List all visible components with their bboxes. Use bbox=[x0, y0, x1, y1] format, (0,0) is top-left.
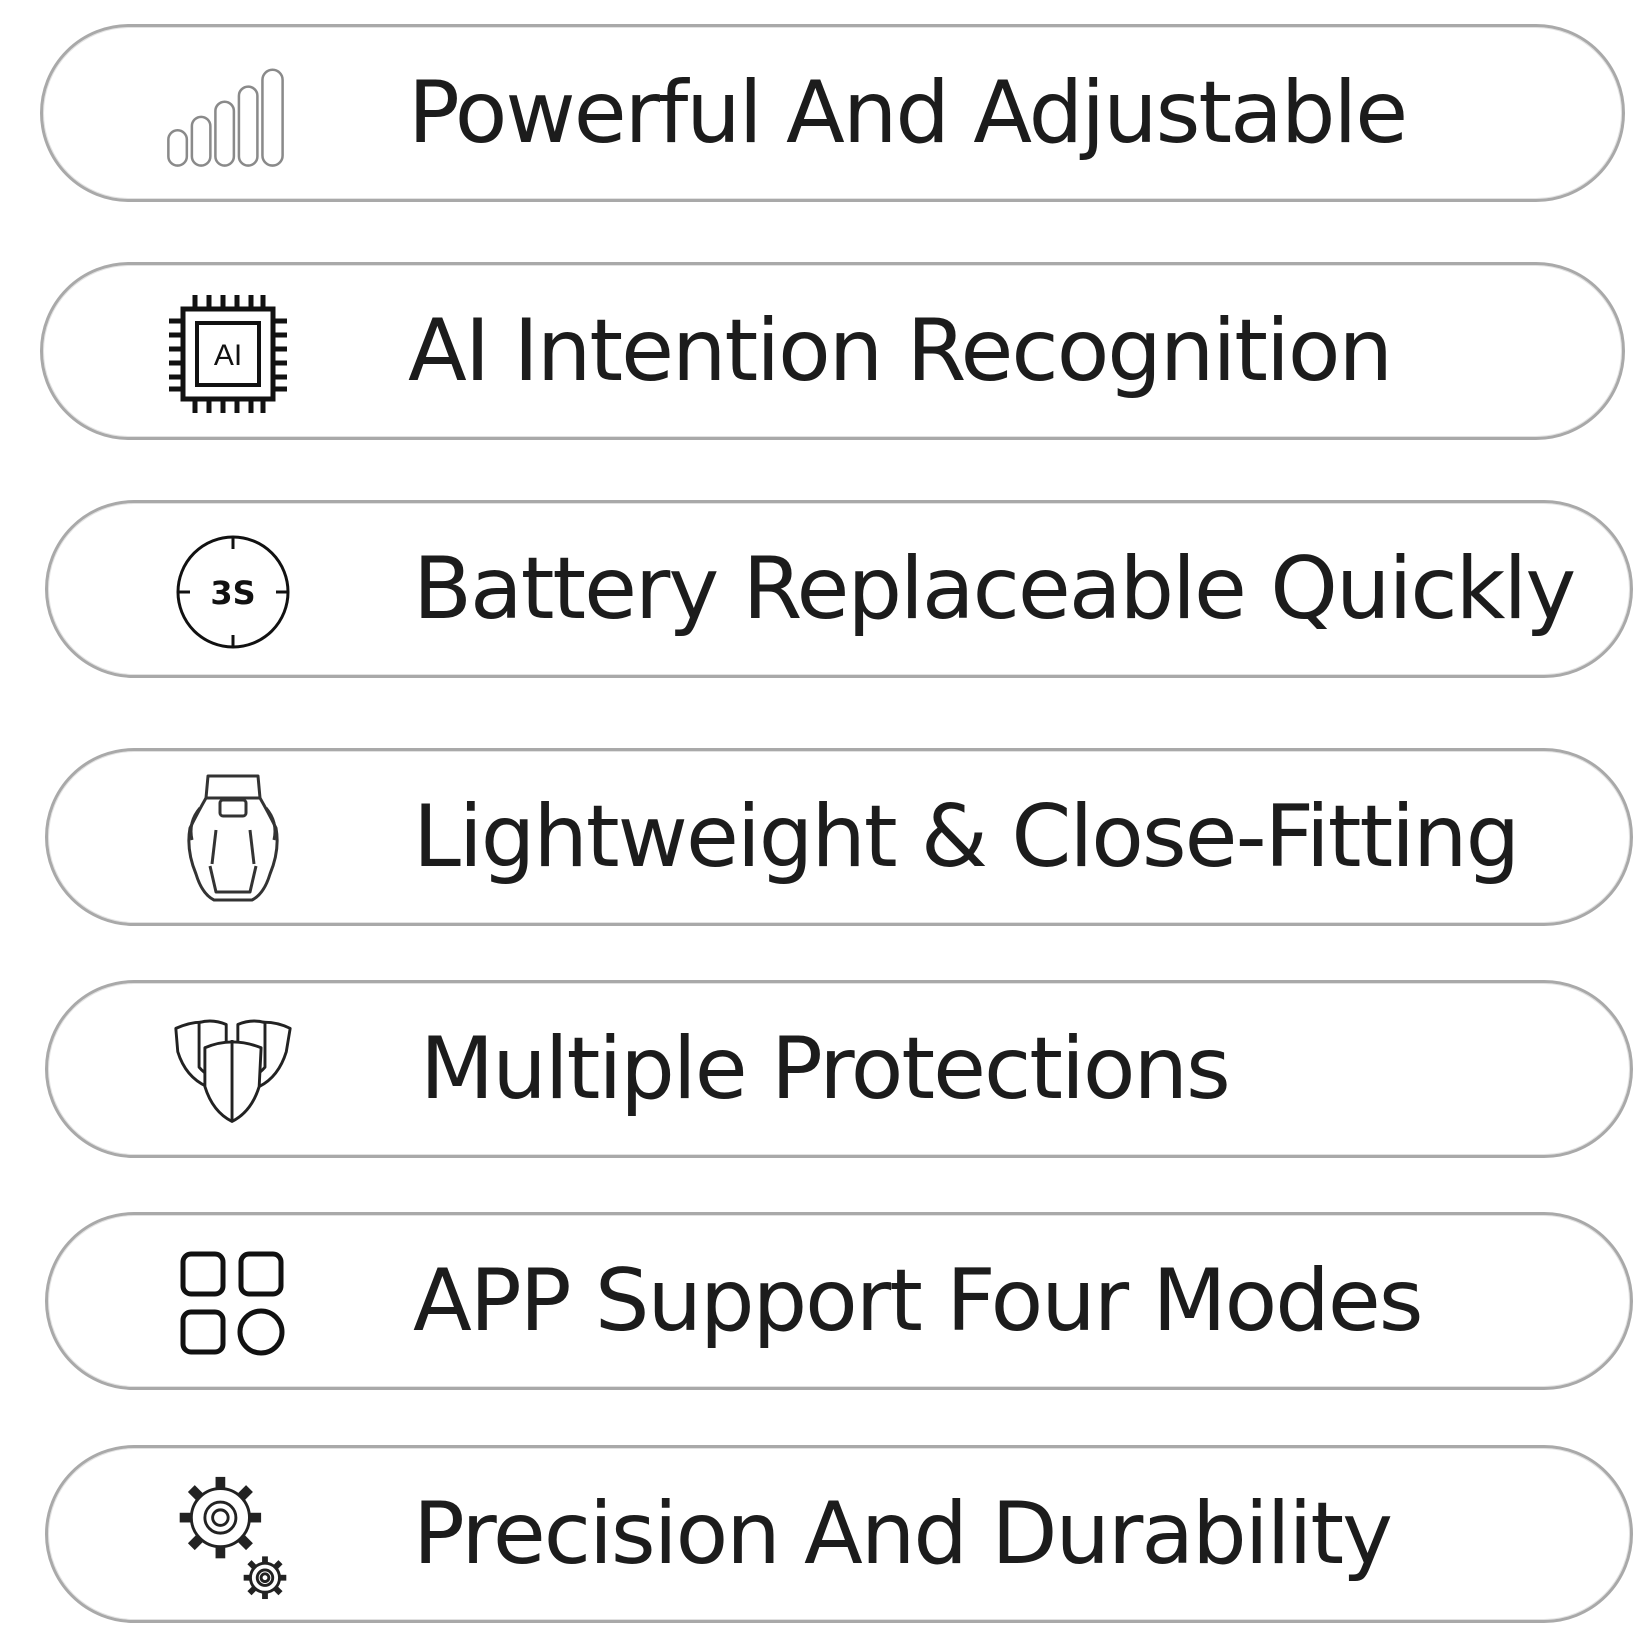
signal-bars-icon bbox=[165, 53, 291, 179]
ai-chip-text: AI bbox=[214, 339, 242, 372]
shields-icon bbox=[170, 1009, 296, 1135]
timer-3s-icon: 3S bbox=[170, 529, 296, 655]
feature-pill-precision: Precision And Durability bbox=[45, 1445, 1633, 1623]
feature-pill-battery: 3S Battery Replaceable Quickly bbox=[45, 500, 1633, 678]
feature-label: Lightweight & Close-Fitting bbox=[413, 787, 1520, 887]
feature-label: APP Support Four Modes bbox=[413, 1251, 1424, 1351]
timer-text: 3S bbox=[210, 574, 255, 612]
feature-pill-ai: AI AI Intention Recognition bbox=[40, 262, 1625, 440]
four-modes-grid-icon bbox=[170, 1241, 296, 1367]
feature-label: Multiple Protections bbox=[420, 1019, 1231, 1119]
feature-label: Precision And Durability bbox=[413, 1484, 1393, 1584]
feature-pill-protections: Multiple Protections bbox=[45, 980, 1633, 1158]
feature-label: Battery Replaceable Quickly bbox=[413, 539, 1576, 639]
feature-pill-app-modes: APP Support Four Modes bbox=[45, 1212, 1633, 1390]
feature-label: AI Intention Recognition bbox=[408, 301, 1393, 401]
hip-exoskeleton-icon bbox=[170, 774, 296, 903]
feature-pill-lightweight: Lightweight & Close-Fitting bbox=[45, 748, 1633, 926]
gears-icon bbox=[170, 1474, 296, 1600]
feature-label: Powerful And Adjustable bbox=[408, 63, 1408, 163]
ai-chip-icon: AI bbox=[165, 291, 291, 417]
feature-pill-powerful: Powerful And Adjustable bbox=[40, 24, 1625, 202]
